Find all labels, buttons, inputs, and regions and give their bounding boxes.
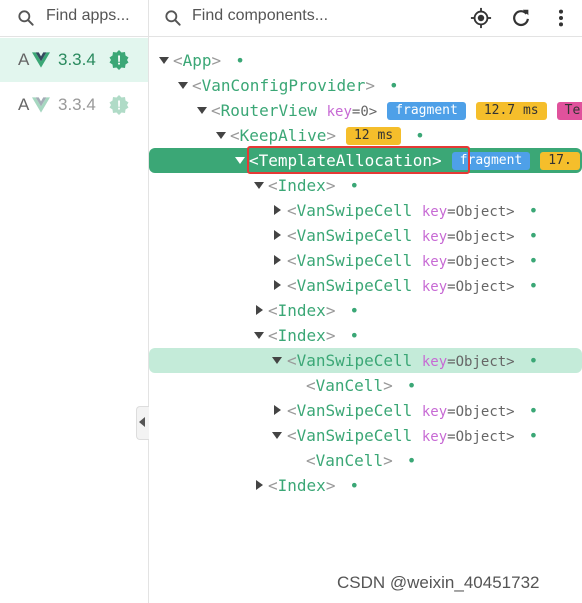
tree-node-vanswipecell[interactable]: <VanSwipeCell key=Object> • [149, 423, 582, 448]
expand-arrow-icon[interactable] [178, 82, 188, 89]
expand-arrow-icon[interactable] [256, 305, 263, 315]
apps-search-bar[interactable]: Find apps... [0, 0, 148, 37]
tree-node-index[interactable]: <Index> • [149, 473, 582, 498]
tree-node-vanswipecell[interactable]: <VanSwipeCell key=Object> • [149, 223, 582, 248]
highlight-box [247, 146, 470, 174]
expand-arrow-icon[interactable] [159, 57, 169, 64]
tree-node-vanconfigprovider[interactable]: <VanConfigProvider> • [149, 73, 582, 98]
vue-logo-icon [32, 52, 50, 68]
search-icon [18, 10, 34, 26]
tree-node-vanswipecell[interactable]: <VanSwipeCell key=Object> • [149, 198, 582, 223]
components-search-input[interactable]: Find components... [192, 7, 328, 25]
expand-arrow-icon[interactable] [256, 480, 263, 490]
app-item[interactable]: A 3.3.4 ! [0, 83, 148, 127]
tree-node-vancell[interactable]: <VanCell> • [149, 373, 582, 398]
expand-arrow-icon[interactable] [272, 357, 282, 364]
app-name-truncated: A [18, 95, 30, 114]
expand-arrow-icon[interactable] [274, 230, 281, 240]
search-icon [165, 10, 181, 26]
tree-node-vanswipecell-hovered[interactable]: <VanSwipeCell key=Object> • [149, 348, 582, 373]
render-time-badge: 12.7 ms [475, 102, 547, 120]
component-name: VanSwipeCell [296, 276, 413, 295]
expand-arrow-icon[interactable] [254, 332, 264, 339]
expand-arrow-icon[interactable] [272, 432, 282, 439]
component-name: VanSwipeCell [296, 401, 413, 420]
watermark: CSDN @weixin_40451732 [337, 573, 540, 592]
refresh-icon[interactable] [510, 7, 532, 29]
apps-search-input[interactable]: Find apps... [46, 7, 130, 25]
component-name: VanConfigProvider [201, 76, 366, 95]
apps-panel: Find apps... A 3.3.4 ! A 3.3.4 ! [0, 0, 149, 603]
component-name: VanSwipeCell [296, 201, 413, 220]
component-name: VanCell [315, 376, 384, 395]
fragment-badge: fragment [387, 102, 466, 120]
render-time-badge: 17. [540, 152, 580, 170]
expand-arrow-icon[interactable] [197, 107, 207, 114]
collapse-panel-handle[interactable] [136, 406, 149, 440]
app-version: 3.3.4 [58, 95, 96, 114]
expand-arrow-icon[interactable] [216, 132, 226, 139]
component-name: VanSwipeCell [296, 226, 413, 245]
expand-arrow-icon[interactable] [274, 280, 281, 290]
component-name: Index [277, 326, 326, 345]
tree-node-vanswipecell[interactable]: <VanSwipeCell key=Object> • [149, 248, 582, 273]
component-name: App [182, 51, 212, 70]
tree-node-index[interactable]: <Index> • [149, 173, 582, 198]
warning-badge-icon: ! [109, 50, 129, 70]
target-icon[interactable] [470, 7, 492, 29]
component-name: Index [277, 301, 326, 320]
svg-text:!: ! [117, 98, 121, 113]
app-version: 3.3.4 [58, 50, 96, 69]
tree-node-keepalive[interactable]: <KeepAlive> 12 ms • [149, 123, 582, 148]
component-name: VanSwipeCell [296, 351, 413, 370]
more-vert-icon[interactable] [550, 7, 572, 29]
tree-node-index[interactable]: <Index> • [149, 298, 582, 323]
app-item-selected[interactable]: A 3.3.4 ! [0, 38, 148, 82]
components-search-bar[interactable]: Find components... [149, 0, 582, 37]
component-name: Index [277, 476, 326, 495]
tree-node-vanswipecell[interactable]: <VanSwipeCell key=Object> • [149, 273, 582, 298]
vue-logo-icon [32, 97, 50, 113]
component-name: KeepAlive [239, 126, 327, 145]
chevron-left-icon [139, 417, 145, 427]
tree-node-index[interactable]: <Index> • [149, 323, 582, 348]
component-name: Index [277, 176, 326, 195]
expand-arrow-icon[interactable] [274, 205, 281, 215]
component-name: VanSwipeCell [296, 426, 413, 445]
expand-arrow-icon[interactable] [274, 405, 281, 415]
component-name: RouterView [220, 101, 317, 120]
expand-arrow-icon[interactable] [235, 157, 245, 164]
svg-text:!: ! [117, 53, 121, 68]
expand-arrow-icon[interactable] [254, 182, 264, 189]
render-time-badge: 12 ms [345, 127, 402, 145]
expand-arrow-icon[interactable] [274, 255, 281, 265]
warning-badge-icon: ! [109, 95, 129, 115]
tree-node-vanswipecell[interactable]: <VanSwipeCell key=Object> • [149, 398, 582, 423]
app-name-truncated: A [18, 50, 30, 69]
component-name: VanSwipeCell [296, 251, 413, 270]
component-name: VanCell [315, 451, 384, 470]
tree-node-routerview[interactable]: <RouterView key=0> fragment 12.7 ms Te [149, 98, 582, 123]
tree-node-vancell[interactable]: <VanCell> • [149, 448, 582, 473]
components-panel: Find components... <App> • <VanConfigProv… [149, 0, 582, 603]
tag-badge: Te [556, 102, 582, 120]
tree-node-app[interactable]: <App> • [149, 48, 582, 73]
